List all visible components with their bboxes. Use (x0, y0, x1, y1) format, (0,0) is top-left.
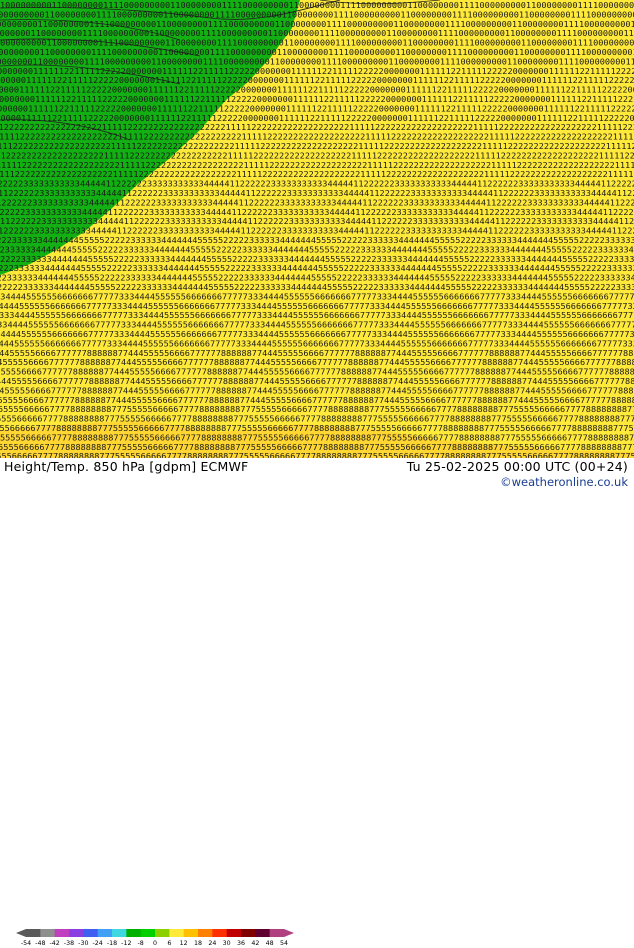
legend-tick-label: -18 (107, 940, 117, 947)
legend-swatch (54, 929, 70, 937)
legend-tick-label: 18 (194, 940, 202, 947)
legend-tick-label: 54 (280, 940, 288, 947)
legend-tick-label: -54 (21, 940, 31, 947)
legend-swatch (40, 929, 56, 937)
forecast-map: 1000000000110000000011110000000001100000… (0, 0, 634, 458)
legend-arrow-right (284, 929, 294, 937)
legend-tick-label: -8 (138, 940, 144, 947)
legend-swatch (226, 929, 242, 937)
color-legend: -54 -48 -42 -38 -30 -24 -18 -12 -8 0 6 12 18 24 30 36 42… (16, 929, 294, 947)
legend-swatch (212, 929, 228, 937)
legend-tick-label: 12 (180, 940, 188, 947)
legend-tick-label: -38 (64, 940, 74, 947)
legend-swatch (183, 929, 199, 937)
legend-swatch (69, 929, 84, 937)
legend-swatch (112, 929, 127, 937)
legend-swatch (255, 929, 271, 937)
digit-row: 5555566666777788888888777555556666677778… (0, 451, 634, 458)
legend-tick-label: 42 (251, 940, 259, 947)
legend-swatch (155, 929, 170, 937)
legend-swatch (97, 929, 113, 937)
legend-swatch (83, 929, 99, 937)
map-footer: Height/Temp. 850 hPa [gdpm] ECMWF Tu 25-… (0, 458, 634, 947)
credit-link[interactable]: ©weatheronline.co.uk (500, 475, 628, 489)
legend-tick-label: -42 (50, 940, 60, 947)
legend-tick-label: -48 (35, 940, 45, 947)
legend-tick-label: 48 (266, 940, 274, 947)
legend-swatch (26, 929, 41, 937)
legend-swatch (269, 929, 285, 937)
legend-tick-label: -24 (93, 940, 103, 947)
digit-field: 1000000000110000000011110000000001100000… (0, 0, 634, 458)
legend-swatch (198, 929, 213, 937)
map-layers: 1000000000110000000011110000000001100000… (0, 0, 634, 458)
legend-swatches (16, 929, 294, 937)
legend-swatch (241, 929, 256, 937)
legend-swatch (126, 929, 142, 937)
legend-tick-label: 36 (237, 940, 245, 947)
legend-tick-label: -30 (78, 940, 88, 947)
map-title: Height/Temp. 850 hPa [gdpm] ECMWF (4, 459, 249, 474)
forecast-time: Tu 25-02-2025 00:00 UTC (00+24) (406, 459, 628, 474)
legend-swatch (140, 929, 156, 937)
legend-tick-label: -12 (121, 940, 131, 947)
legend-tick-label: 6 (167, 940, 171, 947)
legend-tick-label: 24 (208, 940, 216, 947)
legend-tick-label: 0 (153, 940, 157, 947)
legend-arrow-left (16, 929, 26, 937)
legend-swatch (169, 929, 185, 937)
legend-tick-labels: -54 -48 -42 -38 -30 -24 -18 -12 -8 0 6 12 18 24 30 36 42… (21, 940, 288, 947)
legend-tick-label: 30 (223, 940, 231, 947)
